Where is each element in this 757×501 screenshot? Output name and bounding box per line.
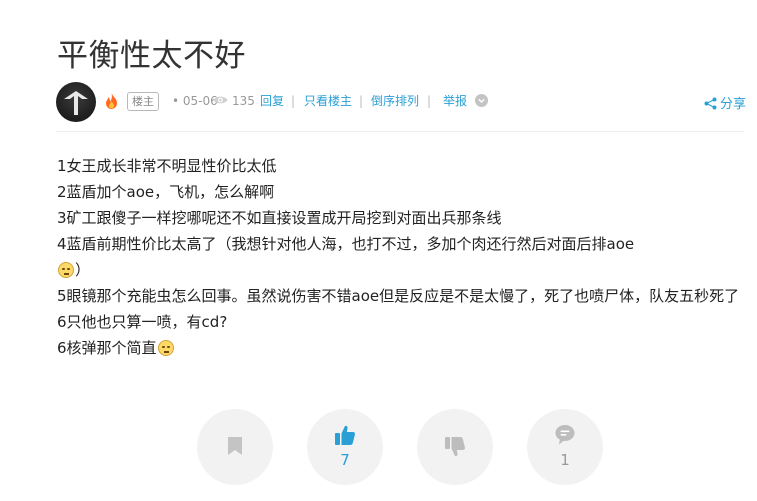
grimace-emoji [157,340,174,356]
post-meta-bar: 楼主 • 05-06 135 回复 | 只看楼主 | 倒序排列 | 举报 分享 [56,82,746,122]
bookmark-button[interactable] [197,409,273,485]
post-line: 2蓝盾加个aoe，飞机，怎么解啊 [57,183,275,201]
eye-icon [213,96,228,104]
comment-icon [555,425,575,445]
fire-icon [106,93,117,109]
comment-button[interactable]: 1 [527,409,603,485]
chevron-down-icon[interactable] [475,94,488,107]
separator: | [427,94,432,108]
grimace-emoji [58,262,74,278]
like-count: 7 [340,451,350,469]
like-button[interactable]: 7 [307,409,383,485]
reply-link[interactable]: 回复 [260,93,284,109]
post-title: 平衡性太不好 [57,38,246,74]
bookmark-icon [228,437,242,455]
dislike-button[interactable] [417,409,493,485]
post-line-text: ） [75,261,91,279]
reverse-order-link[interactable]: 倒序排列 [371,93,419,109]
post-line: 3矿工跟傻子一样挖哪呢还不如直接设置成开局挖到对面出兵那条线 [57,209,502,227]
view-count: 135 [232,94,255,108]
post-line: 6核弹那个简直 [57,335,747,361]
report-link[interactable]: 举报 [443,93,467,109]
thumbs-up-icon [335,425,356,445]
post-body: 1女王成长非常不明显性价比太低 2蓝盾加个aoe，飞机，怎么解啊 3矿工跟傻子一… [57,153,747,361]
post-line: 5眼镜那个充能虫怎么回事。虽然说伤害不错aoe但是反应是不是太慢了，死了也喷尸体… [57,287,740,331]
separator: | [291,94,296,108]
thumbs-down-icon [445,437,466,457]
op-badge: 楼主 [127,92,159,111]
post-line: 1女王成长非常不明显性价比太低 [57,157,277,175]
post-line-text: 4蓝盾前期性价比太高了（我想针对他人海，也打不过，多加个肉还行然后对面后排aoe [57,235,635,253]
action-bar: 7 1 [0,409,757,485]
only-op-link[interactable]: 只看楼主 [304,93,352,109]
comment-count: 1 [560,451,570,469]
share-label: 分享 [719,97,746,112]
post-date: • 05-06 [172,94,218,108]
avatar[interactable] [56,82,96,122]
share-icon [704,97,717,110]
post-line: 4蓝盾前期性价比太高了（我想针对他人海，也打不过，多加个肉还行然后对面后排aoe… [57,231,747,283]
post-line-text: 6核弹那个简直 [57,339,157,357]
share-button[interactable]: 分享 [704,93,746,112]
separator: | [359,94,364,108]
divider [56,131,744,132]
